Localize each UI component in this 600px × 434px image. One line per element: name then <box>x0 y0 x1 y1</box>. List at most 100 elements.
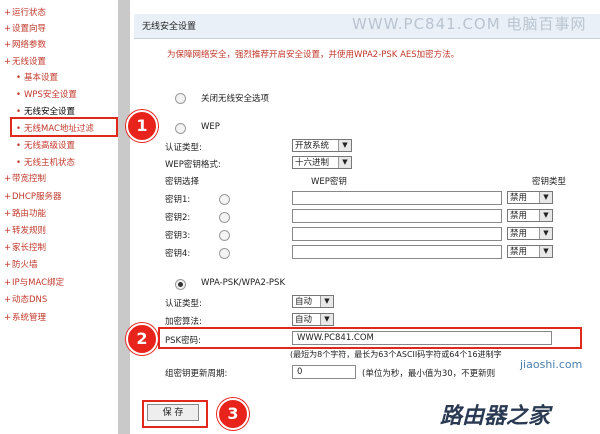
sidebar-divider <box>118 0 130 434</box>
wpa-auth-type-select[interactable]: 自动 ▼ <box>292 295 334 308</box>
sidebar-item-label: 基本设置 <box>24 73 59 83</box>
footer-watermark: 路由器之家 <box>440 404 551 429</box>
wpa-auth-type-value: 自动 <box>295 297 313 307</box>
sidebar-item[interactable]: +运行状态 <box>4 6 46 20</box>
expand-icon: + <box>4 278 12 288</box>
sidebar-item[interactable]: • 无线主机状态 <box>16 156 75 170</box>
chevron-down-icon: ▼ <box>320 314 333 325</box>
wpa-psk-radio[interactable] <box>175 279 186 290</box>
bullet-icon: • <box>16 141 22 151</box>
expand-icon: + <box>4 40 12 50</box>
chevron-down-icon: ▼ <box>539 228 552 239</box>
key3-type-value: 禁用 <box>510 229 528 239</box>
col-wep-key: WEP密钥 <box>311 177 347 187</box>
sidebar-item[interactable]: • 基本设置 <box>16 71 58 85</box>
sidebar-item[interactable]: +动态DNS <box>4 293 47 307</box>
key2-radio[interactable] <box>219 212 230 223</box>
key1-label: 密钥1: <box>165 195 191 205</box>
sidebar-item-label: 家长控制 <box>12 243 47 253</box>
key1-input[interactable] <box>292 191 502 205</box>
key3-label: 密钥3: <box>165 231 191 241</box>
sidebar-item-label: 无线主机状态 <box>24 158 76 168</box>
key3-type-select[interactable]: 禁用 ▼ <box>507 227 553 240</box>
psk-hint: (最短为8个字符，最长为63个ASCII码字符或64个16进制字 <box>290 350 502 359</box>
wpa-algo-value: 自动 <box>295 315 313 325</box>
sidebar-item-label: 无线安全设置 <box>24 107 76 117</box>
wpa-auth-type-label: 认证类型: <box>165 299 202 309</box>
sidebar-item[interactable]: • 无线高级设置 <box>16 139 75 153</box>
sidebar-item-label: 无线高级设置 <box>24 141 76 151</box>
col-key-select: 密钥选择 <box>165 177 200 187</box>
col-key-type: 密钥类型 <box>532 177 567 187</box>
sidebar-item[interactable]: +系统管理 <box>4 311 46 325</box>
wep-key-format-select[interactable]: 十六进制 ▼ <box>292 156 352 169</box>
sidebar-item-label: 设置向导 <box>12 24 47 34</box>
chevron-down-icon: ▼ <box>539 210 552 221</box>
wep-label: WEP <box>201 122 220 132</box>
expand-icon: + <box>4 57 12 67</box>
bullet-icon: • <box>16 90 22 100</box>
sidebar-item[interactable]: +转发规则 <box>4 224 46 238</box>
sidebar-item[interactable]: • WPS安全设置 <box>16 88 77 102</box>
sidebar-item[interactable]: +无线设置 <box>4 55 46 69</box>
sidebar-item-label: 带宽控制 <box>12 174 47 184</box>
highlight-menu-item <box>10 117 118 137</box>
chevron-down-icon: ▼ <box>539 192 552 203</box>
sidebar-item[interactable]: +网络参数 <box>4 38 46 52</box>
expand-icon: + <box>4 192 12 202</box>
chevron-down-icon: ▼ <box>338 157 351 168</box>
sidebar-item[interactable]: +DHCP服务器 <box>4 190 62 204</box>
disable-security-label: 关闭无线安全选项 <box>201 94 270 104</box>
sidebar-item-label: 防火墙 <box>12 260 38 270</box>
wep-radio[interactable] <box>175 123 186 134</box>
sidebar-item[interactable]: +家长控制 <box>4 241 46 255</box>
expand-icon: + <box>4 209 12 219</box>
disable-security-radio[interactable] <box>175 93 186 104</box>
sidebar-item[interactable]: +带宽控制 <box>4 172 46 186</box>
key4-label: 密钥4: <box>165 249 191 259</box>
key1-type-value: 禁用 <box>510 193 528 203</box>
expand-icon: + <box>4 243 12 253</box>
key2-type-select[interactable]: 禁用 ▼ <box>507 209 553 222</box>
chevron-down-icon: ▼ <box>539 246 552 257</box>
wpa-psk-label: WPA-PSK/WPA2-PSK <box>201 278 286 288</box>
sidebar-item[interactable]: +IP与MAC绑定 <box>4 276 64 290</box>
bullet-icon: • <box>16 73 22 83</box>
wpa-algo-select[interactable]: 自动 ▼ <box>292 313 334 326</box>
sidebar-item-label: 网络参数 <box>12 40 47 50</box>
expand-icon: + <box>4 295 12 305</box>
security-notice: 为保障网络安全，强烈推荐开启安全设置，并使用WPA2-PSK AES加密方法。 <box>167 50 460 60</box>
wep-key-format-label: WEP密钥格式: <box>165 160 221 170</box>
sidebar-item[interactable]: +路由功能 <box>4 207 46 221</box>
key2-input[interactable] <box>292 209 502 223</box>
bullet-icon: • <box>16 158 22 168</box>
sidebar-item-label: 系统管理 <box>12 313 47 323</box>
key4-radio[interactable] <box>219 248 230 259</box>
expand-icon: + <box>4 24 12 34</box>
expand-icon: + <box>4 174 12 184</box>
callout-badge-2: 2 <box>126 323 158 355</box>
key1-radio[interactable] <box>219 194 230 205</box>
key3-radio[interactable] <box>219 230 230 241</box>
wep-auth-type-label: 认证类型: <box>165 143 202 153</box>
chevron-down-icon: ▼ <box>320 296 333 307</box>
wep-auth-type-value: 开放系统 <box>295 141 330 151</box>
sidebar-item[interactable]: +防火墙 <box>4 258 38 272</box>
key4-type-select[interactable]: 禁用 ▼ <box>507 245 553 258</box>
expand-icon: + <box>4 313 12 323</box>
highlight-psk-row <box>158 327 582 349</box>
sidebar-item[interactable]: +设置向导 <box>4 22 46 36</box>
sidebar-item-label: 运行状态 <box>12 8 47 18</box>
key4-type-value: 禁用 <box>510 247 528 257</box>
sidebar-item-label: IP与MAC绑定 <box>12 278 65 288</box>
highlight-save-button <box>142 400 208 428</box>
key3-input[interactable] <box>292 227 502 241</box>
group-key-renew-input[interactable]: 0 <box>292 365 356 379</box>
side-watermark: jiaoshi.com <box>520 358 583 371</box>
key1-type-select[interactable]: 禁用 ▼ <box>507 191 553 204</box>
wep-auth-type-select[interactable]: 开放系统 ▼ <box>292 139 352 152</box>
group-key-renew-label: 组密钥更新周期: <box>165 369 228 379</box>
key4-input[interactable] <box>292 245 502 259</box>
sidebar-item-label: WPS安全设置 <box>24 90 77 100</box>
sidebar-item-label: 动态DNS <box>12 295 48 305</box>
